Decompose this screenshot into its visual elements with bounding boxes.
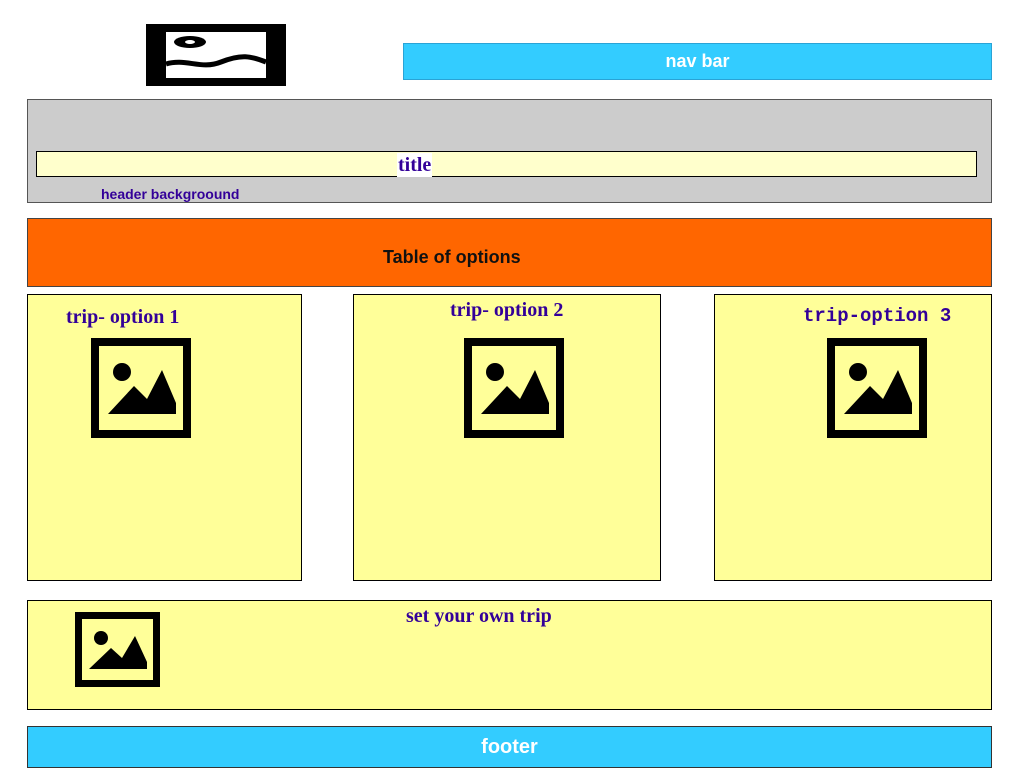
image-placeholder-icon	[75, 612, 160, 687]
image-placeholder-icon	[827, 338, 927, 438]
trip-option-label: trip- option 1	[66, 306, 180, 328]
nav-bar-label: nav bar	[665, 51, 730, 71]
image-placeholder-icon	[91, 338, 191, 438]
trip-option-label: trip-option 3	[803, 305, 952, 327]
logo-image-icon	[146, 24, 286, 86]
image-placeholder-icon	[464, 338, 564, 438]
nav-bar[interactable]: nav bar	[403, 43, 992, 80]
custom-trip-label: set your own trip	[406, 605, 552, 627]
footer-label: footer	[481, 735, 538, 758]
trip-option-label: trip- option 2	[450, 299, 564, 321]
options-heading: Table of options	[383, 247, 521, 267]
header-background-label: header backgroound	[101, 186, 240, 202]
title-bar	[36, 151, 977, 177]
page-title: title	[397, 153, 433, 177]
footer: footer	[27, 726, 992, 768]
